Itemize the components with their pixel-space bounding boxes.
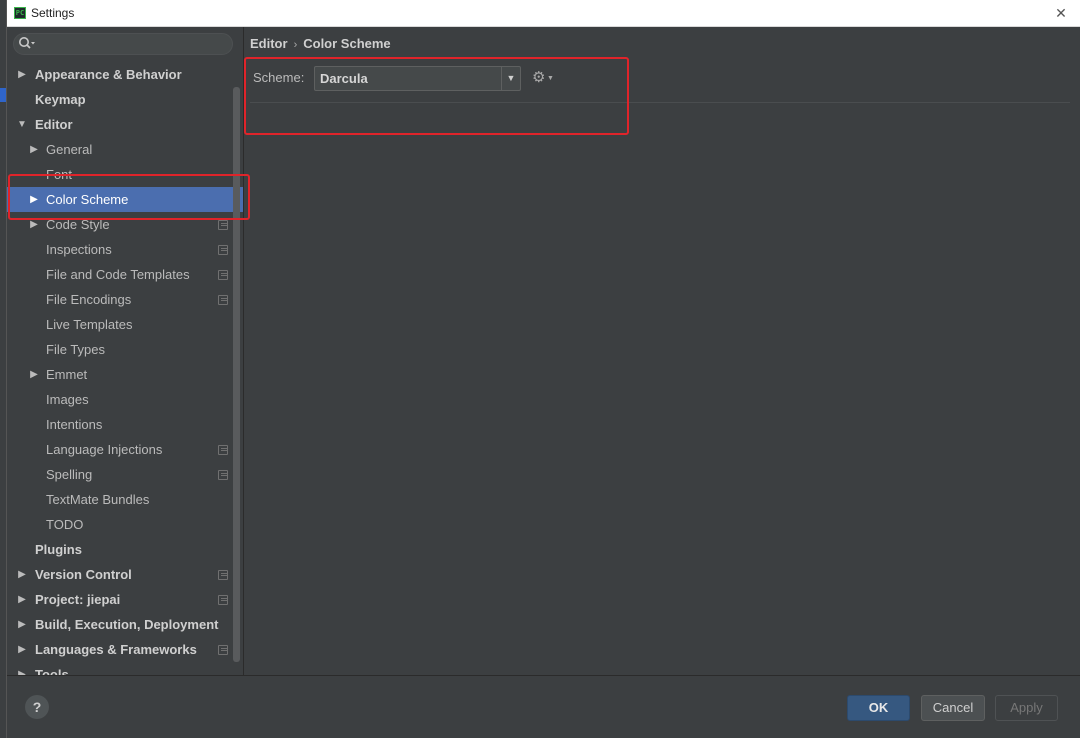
settings-sidebar: ▶ Appearance & Behavior Keymap ▼ Editor ▶ Gene… [7,27,243,675]
cancel-button[interactable]: Cancel [921,695,985,721]
sidebar-item-keymap[interactable]: Keymap [7,87,243,112]
collapsed-arrow-icon[interactable]: ▶ [28,362,40,387]
scheme-content-area [244,137,1080,675]
sidebar-item-language-injections[interactable]: Language Injections [7,437,243,462]
sidebar-item-label: Keymap [35,92,86,107]
breadcrumb: Editor › Color Scheme [250,36,391,51]
sidebar-item-label: TextMate Bundles [46,492,150,507]
breadcrumb-parent: Editor [250,36,288,51]
sidebar-item-build-execution-deployment[interactable]: ▶ Build, Execution, Deployment [7,612,243,637]
project-level-icon [218,570,228,580]
sidebar-item-appearance-behavior[interactable]: ▶ Appearance & Behavior [7,62,243,87]
sidebar-item-label: File and Code Templates [46,267,190,282]
sidebar-item-intentions[interactable]: Intentions [7,412,243,437]
sidebar-item-project-jiepai[interactable]: ▶ Project: jiepai [7,587,243,612]
project-level-icon [218,445,228,455]
sidebar-item-file-encodings[interactable]: File Encodings [7,287,243,312]
sidebar-item-editor[interactable]: ▼ Editor [7,112,243,137]
sidebar-item-label: Live Templates [46,317,133,332]
annotation-highlight-sidebar [8,174,250,220]
sidebar-item-file-types[interactable]: File Types [7,337,243,362]
sidebar-item-label: Language Injections [46,442,163,457]
sidebar-item-languages-frameworks[interactable]: ▶ Languages & Frameworks [7,637,243,662]
sidebar-item-label: Editor [35,117,73,132]
collapsed-arrow-icon[interactable]: ▶ [28,137,40,162]
title-bar: PC Settings ✕ [7,0,1080,27]
sidebar-item-label: File Encodings [46,292,132,307]
sidebar-item-images[interactable]: Images [7,387,243,412]
project-level-icon [218,295,228,305]
sidebar-item-textmate-bundles[interactable]: TextMate Bundles [7,487,243,512]
sidebar-item-version-control[interactable]: ▶ Version Control [7,562,243,587]
collapsed-arrow-icon[interactable]: ▶ [16,662,28,675]
project-level-icon [218,595,228,605]
search-box[interactable] [13,33,233,55]
collapsed-arrow-icon[interactable]: ▶ [16,62,28,87]
sidebar-item-label: TODO [46,517,84,532]
search-icon[interactable] [18,36,36,52]
sidebar-item-label: Plugins [35,542,82,557]
ok-button[interactable]: OK [847,695,910,721]
sidebar-item-inspections[interactable]: Inspections [7,237,243,262]
collapsed-arrow-icon[interactable]: ▶ [16,637,28,662]
breadcrumb-current: Color Scheme [303,36,391,51]
dialog-footer: ? OK Cancel Apply [7,675,1080,738]
project-level-icon [218,470,228,480]
sidebar-item-emmet[interactable]: ▶ Emmet [7,362,243,387]
window-title: Settings [31,6,75,20]
sidebar-item-label: Spelling [46,467,93,482]
search-input[interactable] [40,36,228,52]
sidebar-item-plugins[interactable]: Plugins [7,537,243,562]
sidebar-item-label: File Types [46,342,106,357]
sidebar-item-label: Languages & Frameworks [35,642,197,657]
collapsed-arrow-icon[interactable]: ▶ [16,562,28,587]
project-level-icon [218,220,228,230]
annotation-highlight-scheme [244,57,629,135]
expanded-arrow-icon[interactable]: ▼ [16,112,28,137]
collapsed-arrow-icon[interactable]: ▶ [16,612,28,637]
apply-button[interactable]: Apply [995,695,1058,721]
sidebar-item-label: Emmet [46,367,88,382]
help-button[interactable]: ? [25,695,49,719]
sidebar-item-label: Intentions [46,417,103,432]
sidebar-item-label: Tools [35,667,69,675]
project-level-icon [218,645,228,655]
sidebar-item-label: Images [46,392,89,407]
project-level-icon [218,270,228,280]
sidebar-item-label: Inspections [46,242,112,257]
sidebar-item-label: Appearance & Behavior [35,67,182,82]
sidebar-item-label: Project: jiepai [35,592,121,607]
settings-tree: ▶ Appearance & Behavior Keymap ▼ Editor ▶ Gene… [7,62,243,675]
pycharm-app-icon: PC [14,7,26,19]
sidebar-item-todo[interactable]: TODO [7,512,243,537]
collapsed-arrow-icon[interactable]: ▶ [16,587,28,612]
sidebar-item-file-and-code-templates[interactable]: File and Code Templates [7,262,243,287]
sidebar-item-spelling[interactable]: Spelling [7,462,243,487]
breadcrumb-separator: › [293,39,298,51]
sidebar-item-tools[interactable]: ▶ Tools [7,662,243,675]
sidebar-item-general[interactable]: ▶ General [7,137,243,162]
project-level-icon [218,245,228,255]
sidebar-item-live-templates[interactable]: Live Templates [7,312,243,337]
sidebar-item-label: General [46,142,93,157]
sidebar-item-label: Version Control [35,567,132,582]
sidebar-item-label: Build, Execution, Deployment [35,617,219,632]
close-icon[interactable]: ✕ [1051,3,1071,23]
